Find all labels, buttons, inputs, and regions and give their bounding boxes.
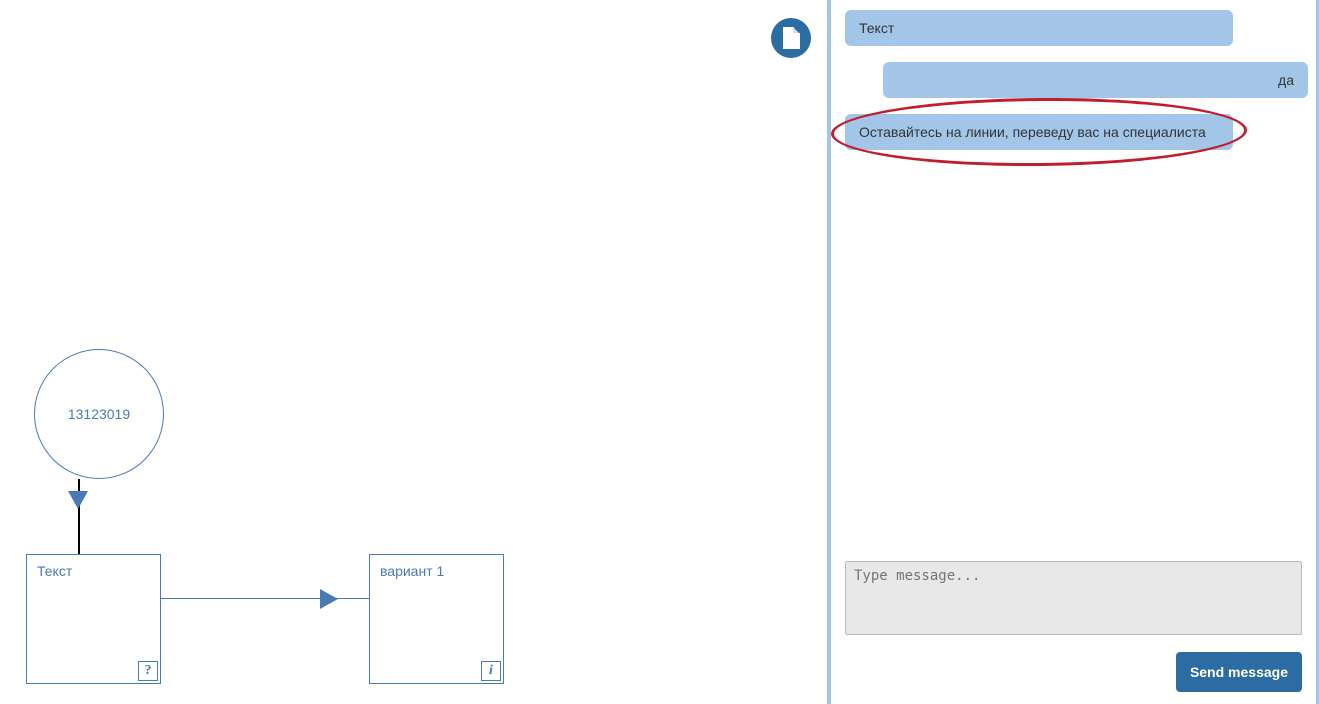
info-icon: i <box>481 661 501 681</box>
variant-node[interactable]: вариант 1 i <box>369 554 504 684</box>
chat-messages[interactable]: Текст да Оставайтесь на линии, переведу … <box>831 0 1316 561</box>
chat-input-area: Send message <box>831 561 1316 704</box>
connector-box1-to-box2 <box>161 598 371 599</box>
question-icon: ? <box>138 661 158 681</box>
chat-panel: Текст да Оставайтесь на линии, переведу … <box>827 0 1319 704</box>
chat-message-text: да <box>1278 72 1294 88</box>
send-button[interactable]: Send message <box>1176 652 1302 692</box>
chat-message-bot: Оставайтесь на линии, переведу вас на сп… <box>845 114 1233 150</box>
text-node[interactable]: Текст ? <box>26 554 161 684</box>
message-input[interactable] <box>845 561 1302 635</box>
new-document-button[interactable] <box>771 18 811 58</box>
chat-message-text: Текст <box>859 20 894 36</box>
start-node[interactable]: 13123019 <box>34 349 164 479</box>
arrow-box1-to-box2 <box>320 589 338 609</box>
variant-node-label: вариант 1 <box>380 563 444 579</box>
chat-message-text: Оставайтесь на линии, переведу вас на сп… <box>859 124 1206 140</box>
canvas-area[interactable]: 13123019 Текст ? вариант 1 i <box>0 0 827 704</box>
document-icon <box>782 27 800 49</box>
text-node-label: Текст <box>37 563 72 579</box>
arrow-start-to-box1 <box>68 491 88 509</box>
chat-message-bot: Текст <box>845 10 1233 46</box>
start-node-label: 13123019 <box>68 406 130 422</box>
chat-message-user: да <box>883 62 1308 98</box>
